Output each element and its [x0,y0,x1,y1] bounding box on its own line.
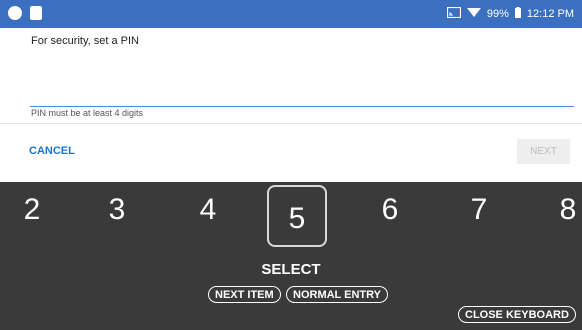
clock: 12:12 PM [526,8,574,20]
pin-input[interactable] [30,60,574,107]
digit-key-6[interactable]: 6 [372,192,408,228]
pin-prompt: For security, set a PIN [31,35,139,47]
close-keyboard-button[interactable]: CLOSE KEYBOARD [458,306,576,323]
next-button[interactable]: NEXT [517,139,570,164]
status-bar: 99% 12:12 PM [0,0,582,28]
digit-key-3[interactable]: 3 [99,192,135,228]
pin-hint: PIN must be at least 4 digits [31,108,144,118]
status-left [8,6,42,20]
battery-percent: 99% [486,8,509,20]
divider [0,123,582,124]
wifi-icon [466,7,481,21]
battery-icon [514,7,521,21]
number-keyboard: 2 3 4 5 6 7 8 SELECT NEXT ITEM NORMAL EN… [0,182,582,330]
cast-icon [446,6,461,21]
digit-key-5-selected[interactable]: 5 [279,201,315,237]
digit-key-2[interactable]: 2 [14,192,50,228]
next-item-button[interactable]: NEXT ITEM [208,286,281,303]
normal-entry-button[interactable]: NORMAL ENTRY [286,286,388,303]
notification-dot-icon [8,6,22,20]
digit-key-7[interactable]: 7 [461,192,497,228]
cancel-button[interactable]: CANCEL [29,145,75,157]
digit-key-8[interactable]: 8 [550,192,582,228]
status-right: 99% 12:12 PM [446,6,574,21]
sim-card-icon [30,6,42,20]
select-button[interactable]: SELECT [0,261,582,278]
digit-key-4[interactable]: 4 [190,192,226,228]
